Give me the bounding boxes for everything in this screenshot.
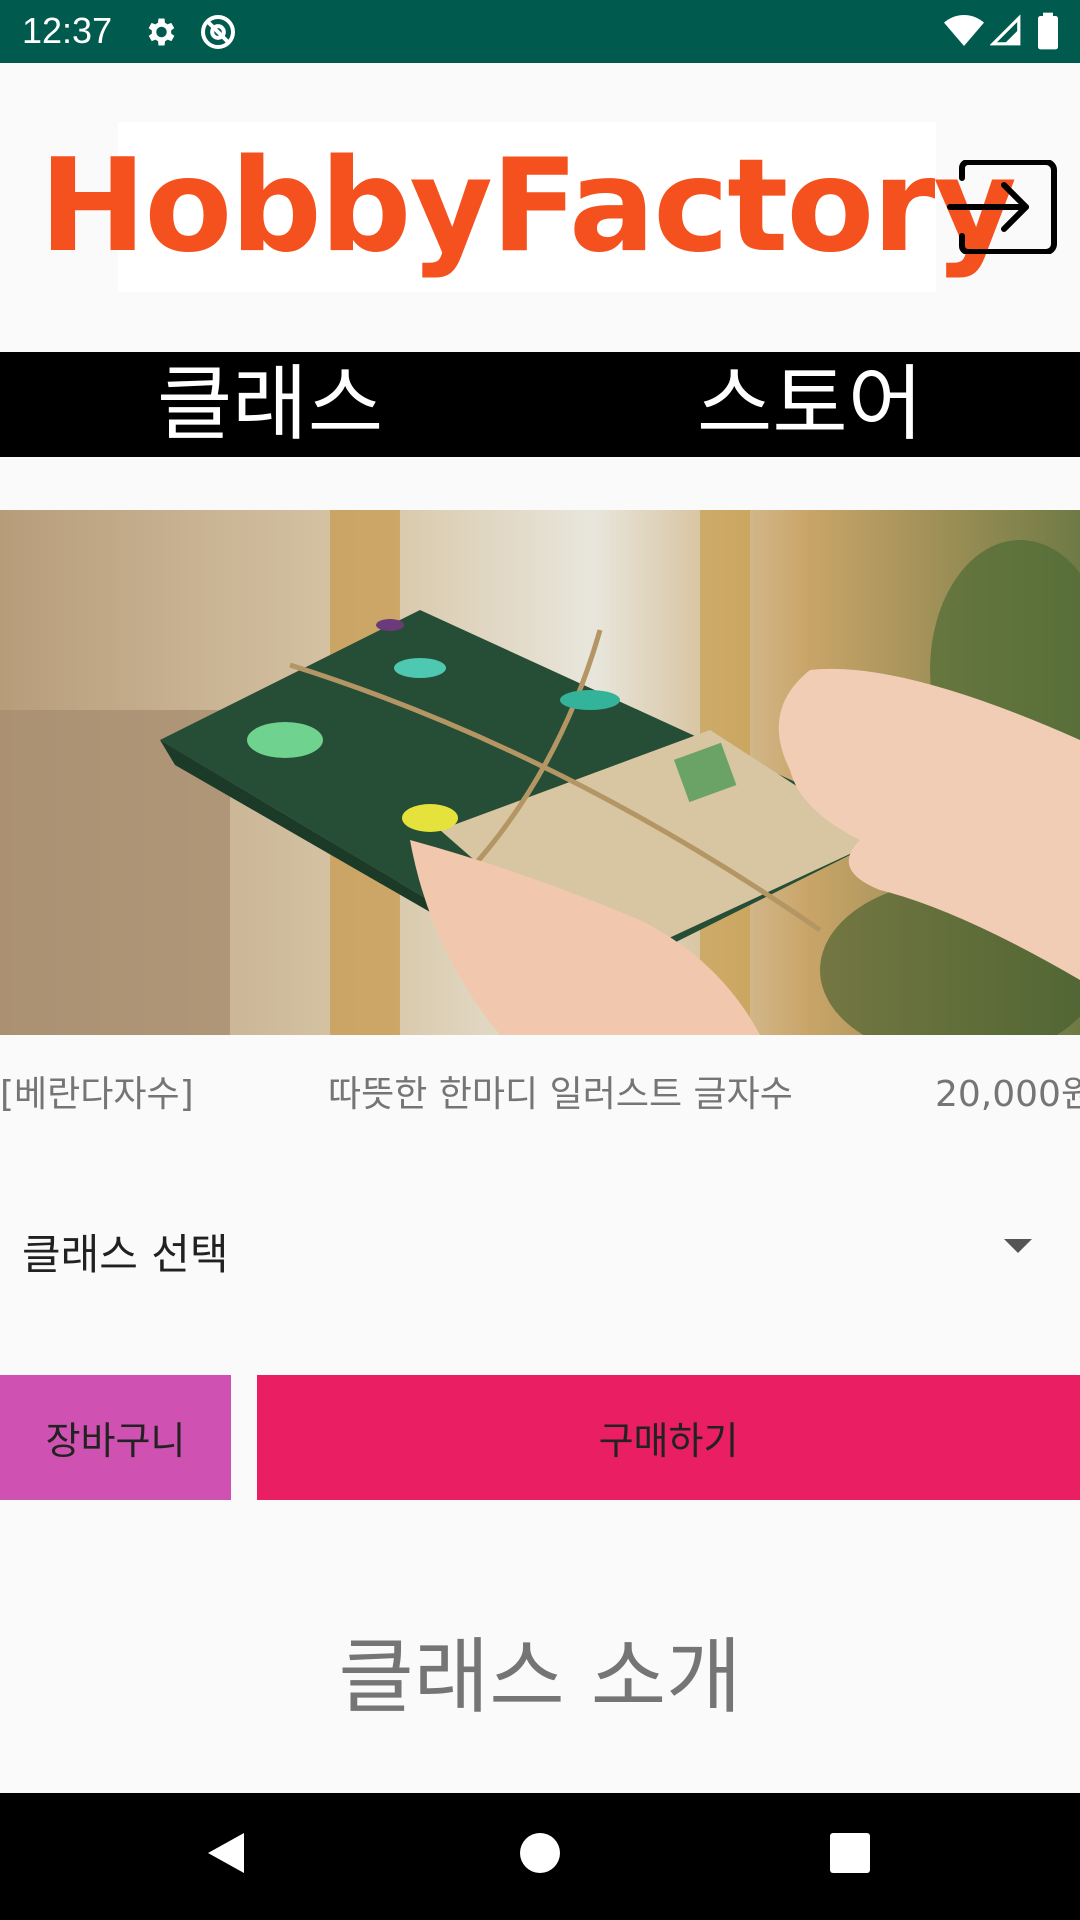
app-logo: HobbyFactory bbox=[39, 122, 1017, 292]
class-intro-title: 클래스 소개 bbox=[338, 1630, 742, 1725]
product-price: 20,000원 bbox=[935, 1074, 1080, 1115]
tab-bar: 클래스 스토어 bbox=[0, 352, 1080, 457]
battery-icon bbox=[1038, 12, 1058, 50]
system-nav-bar bbox=[0, 1793, 1080, 1920]
tab-class[interactable]: 클래스 bbox=[90, 352, 450, 457]
buy-button[interactable]: 구매하기 bbox=[257, 1375, 1080, 1500]
product-title: 따뜻한 한마디 일러스트 글자수 bbox=[328, 1074, 793, 1115]
status-time: 12:37 bbox=[22, 10, 113, 51]
product-image bbox=[0, 510, 1080, 1035]
back-icon[interactable] bbox=[204, 1829, 248, 1877]
wifi-icon bbox=[944, 15, 984, 46]
add-to-cart-button[interactable]: 장바구니 bbox=[0, 1375, 231, 1500]
class-select-value: 클래스 선택 bbox=[22, 1230, 229, 1279]
product-info: [베란다자수] 따뜻한 한마디 일러스트 글자수 20,000원 bbox=[0, 1055, 1080, 1115]
settings-icon bbox=[148, 18, 175, 46]
class-select-dropdown[interactable]: 클래스 선택 bbox=[22, 1215, 1062, 1279]
dropdown-arrow-icon bbox=[1004, 1239, 1032, 1253]
recents-icon[interactable] bbox=[830, 1833, 870, 1873]
logo-text: HobbyFactory bbox=[39, 132, 1017, 281]
home-icon[interactable] bbox=[518, 1831, 562, 1875]
status-bar: 12:37 bbox=[0, 0, 1080, 63]
login-icon[interactable] bbox=[946, 160, 1058, 254]
at-sign-icon bbox=[201, 15, 235, 49]
signal-icon bbox=[990, 14, 1021, 46]
tab-store[interactable]: 스토어 bbox=[630, 352, 990, 457]
product-category: [베란다자수] bbox=[0, 1074, 194, 1115]
